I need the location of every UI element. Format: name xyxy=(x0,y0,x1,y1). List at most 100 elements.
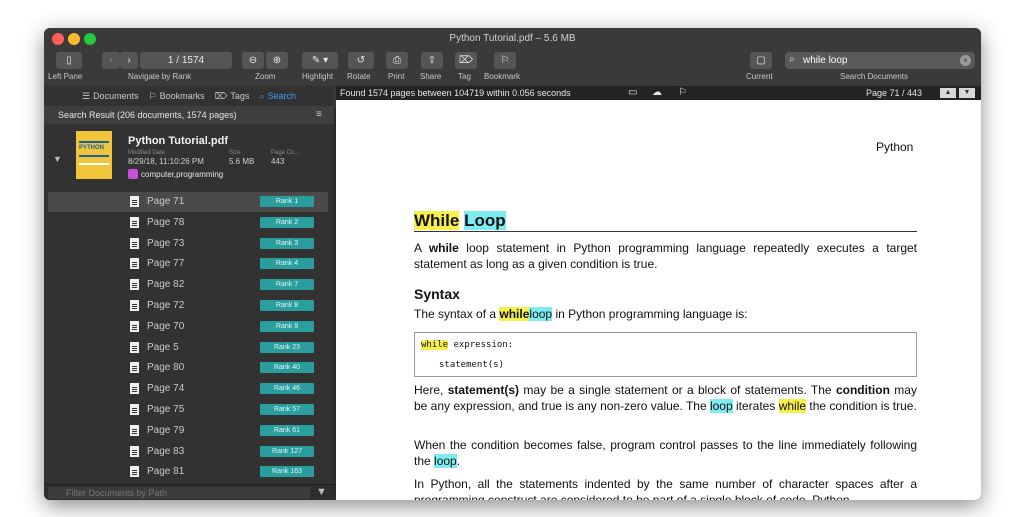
page-label: Page 82 xyxy=(147,279,185,291)
heading-loop: Loop xyxy=(464,211,506,230)
cloud-icon[interactable]: ☁ xyxy=(652,86,662,100)
share-label: Share xyxy=(420,72,442,81)
page-result-row[interactable]: Page 5 Rank 23 xyxy=(48,338,328,358)
syntax-heading: Syntax xyxy=(414,286,460,302)
tab-tags-label: Tags xyxy=(230,91,250,101)
search-info-bar: Found 1574 pages between 104719 within 0… xyxy=(336,86,981,100)
document-page-icon xyxy=(130,341,139,353)
document-tags-text: computer,programming xyxy=(141,169,224,179)
tag-button[interactable]: ⌦ xyxy=(455,52,477,69)
page-indicator: Page 71 / 443 xyxy=(866,88,923,98)
keyword-loop: loop xyxy=(709,399,733,413)
clear-search-icon[interactable]: × xyxy=(960,55,971,66)
page-label: Page 75 xyxy=(147,404,185,415)
chevron-left-icon: ‹ xyxy=(109,55,113,66)
page-label: Page 73 xyxy=(147,237,185,249)
text-span: When the condition becomes false, progra… xyxy=(414,438,917,468)
page-count-label: Page Co... xyxy=(271,150,300,156)
page-result-row[interactable]: Page 75 Rank 57 xyxy=(48,400,328,420)
bold-term: condition xyxy=(835,383,890,397)
rotate-button[interactable]: ↺ xyxy=(348,52,374,69)
page-result-row[interactable]: Page 81 Rank 163 xyxy=(48,462,328,482)
keyword-while: while xyxy=(499,307,530,321)
search-documents-label: Search Documents xyxy=(840,72,909,81)
page-result-row[interactable]: Page 73 Rank 3 xyxy=(48,234,328,254)
highlight-button[interactable]: ✎ ▾ xyxy=(302,52,338,69)
highlight-label: Highlight xyxy=(302,72,334,81)
page-result-row[interactable]: Page 77 Rank 4 xyxy=(48,254,328,274)
tab-search-label: Search xyxy=(267,91,297,101)
page-label: Page 77 xyxy=(147,258,185,270)
page-result-row[interactable]: Page 80 Rank 40 xyxy=(48,358,328,378)
menu-icon[interactable]: ≡ xyxy=(316,109,328,121)
page-result-row[interactable]: Page 83 Rank 127 xyxy=(48,442,328,462)
triangle-up-icon: ▲ xyxy=(944,89,952,96)
document-tags: computer,programming xyxy=(128,169,223,179)
zoom-in-icon: ⊕ xyxy=(272,55,282,66)
print-label: Print xyxy=(388,72,405,81)
next-result-button[interactable]: › xyxy=(120,52,138,69)
square-icon: ▢ xyxy=(756,55,766,66)
triangle-down-icon: ▼ xyxy=(963,89,971,96)
page-result-row[interactable]: Page 74 Rank 46 xyxy=(48,379,328,399)
filter-icon[interactable]: ▼ xyxy=(316,486,327,498)
tab-bookmarks[interactable]: ⚐ Bookmarks xyxy=(149,91,205,102)
code-text: expression: xyxy=(448,340,514,350)
bookmark-icon[interactable]: ⚐ xyxy=(678,86,687,100)
text-span: may be a single statement or a block of … xyxy=(523,383,832,397)
share-icon: ⇪ xyxy=(427,55,437,66)
folder-icon[interactable]: ▭ xyxy=(628,86,637,100)
next-page-button[interactable]: ▼ xyxy=(959,88,975,98)
highlighter-icon: ✎ ▾ xyxy=(311,55,329,66)
document-entry[interactable]: ▼ PYTHON Python Tutorial.pdf Modified Da… xyxy=(44,126,334,190)
page-result-row[interactable]: Page 82 Rank 7 xyxy=(48,275,328,295)
previous-page-button[interactable]: ▲ xyxy=(940,88,956,98)
document-page-icon xyxy=(130,404,139,415)
tab-tags[interactable]: ⌦ Tags xyxy=(215,91,250,102)
rank-badge: Rank 4 xyxy=(260,258,314,270)
rank-badge: Rank 23 xyxy=(260,341,314,353)
rank-badge: Rank 40 xyxy=(260,362,314,374)
page-result-row[interactable]: Page 79 Rank 61 xyxy=(48,421,328,441)
page-label: Page 81 xyxy=(147,466,185,478)
previous-result-button[interactable]: ‹ xyxy=(102,52,120,69)
paragraph-syntax: The syntax of a whileloop in Python prog… xyxy=(414,306,917,322)
code-keyword: while xyxy=(421,340,449,350)
zoom-out-button[interactable]: ⊖ xyxy=(242,52,264,69)
rank-badge: Rank 9 xyxy=(260,320,314,332)
bookmark-button[interactable]: ⚐ xyxy=(494,52,516,69)
current-button[interactable]: ▢ xyxy=(750,52,772,69)
sidebar-icon: ▯ xyxy=(66,55,72,66)
search-box[interactable]: ⌕ × xyxy=(785,52,975,69)
paragraph-statements: Here, statement(s) may be a single state… xyxy=(414,382,917,414)
paragraph-intro: A while loop statement in Python program… xyxy=(414,240,917,272)
filter-documents-input[interactable] xyxy=(48,487,310,499)
share-button[interactable]: ⇪ xyxy=(421,52,443,69)
text-span: loop statement in Python programming lan… xyxy=(414,241,917,271)
code-block: while expression: statement(s) xyxy=(414,332,917,377)
page-result-row[interactable]: Page 72 Rank 8 xyxy=(48,296,328,316)
tag-icon: ⌦ xyxy=(458,55,474,66)
keyword-while: while xyxy=(778,399,807,413)
document-thumbnail: PYTHON xyxy=(76,131,112,179)
search-input[interactable] xyxy=(803,52,953,69)
page-result-row[interactable]: Page 70 Rank 9 xyxy=(48,317,328,337)
tab-documents[interactable]: ☰ Documents xyxy=(82,91,139,102)
search-result-summary: Search Result (206 documents, 1574 pages… xyxy=(44,106,334,124)
document-page-icon xyxy=(130,237,139,249)
disclosure-triangle-icon[interactable]: ▼ xyxy=(53,154,62,164)
page-result-row[interactable]: Page 78 Rank 2 xyxy=(48,213,328,233)
left-pane-button[interactable]: ▯ xyxy=(56,52,82,69)
page-result-row[interactable]: Page 71 Rank 1 xyxy=(48,192,328,212)
heading-while: While xyxy=(414,211,460,230)
print-button[interactable]: ⎙ xyxy=(386,52,408,69)
tab-search[interactable]: ⌕ Search xyxy=(259,91,296,102)
zoom-label: Zoom xyxy=(255,72,276,81)
page-counter[interactable]: 1 / 1574 xyxy=(140,52,232,69)
zoom-in-button[interactable]: ⊕ xyxy=(266,52,288,69)
pdf-page: Python While Loop A while loop statement… xyxy=(336,100,981,500)
page-label: Page 70 xyxy=(147,320,185,332)
document-page-icon xyxy=(130,300,139,311)
modified-date-value: 8/29/18, 11:10:26 PM xyxy=(128,157,204,166)
search-icon: ⌕ xyxy=(259,90,265,101)
